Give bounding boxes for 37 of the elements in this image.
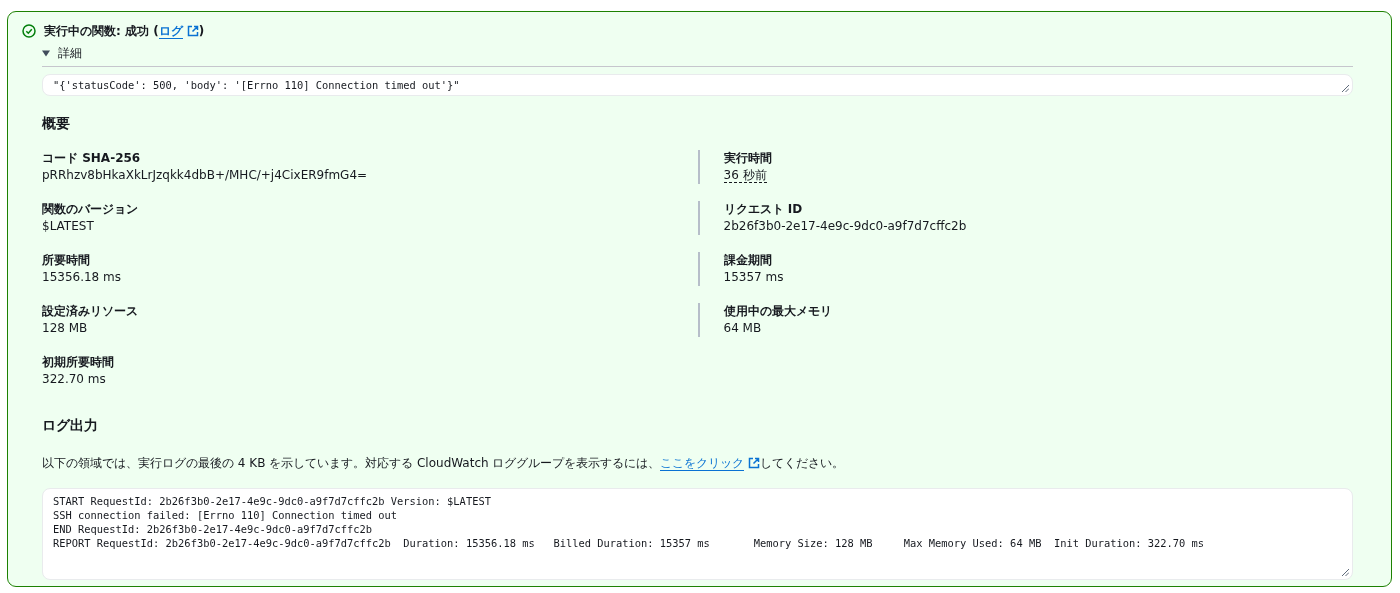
field-label: 課金期間: [723, 252, 773, 269]
log-line: END RequestId: 2b26f3b0-2e17-4e9c-9dc0-a9f7d7cffc2b: [53, 522, 374, 536]
field-value: 2b26f3b0-2e17-4e9c-9dc0-a9f7d7cffc2b: [723, 219, 967, 233]
status-text: 実行中の関数: 成功 (: [44, 24, 159, 38]
log-line: SSH connection failed: [Errno 110] Connection timed out: [53, 508, 399, 522]
field-value: $LATEST: [42, 219, 94, 233]
resize-grip-icon[interactable]: [1341, 568, 1349, 576]
log-output-heading: ログ出力: [42, 416, 99, 435]
log-note: 以下の領域では、実行ログの最後の 4 KB を示しています。対応する CloudWatch ロググループを表示するには、ここをクリック してください。: [42, 455, 846, 472]
response-text: "{'statusCode': 500, 'body': '[Errno 110] Connection timed out'}": [53, 78, 461, 92]
log-line: START RequestId: 2b26f3b0-2e17-4e9c-9dc0-a9f7d7cffc2b Version: $LATEST: [53, 494, 492, 508]
log-link[interactable]: ログ: [158, 24, 183, 39]
cloudwatch-link[interactable]: ここをクリック: [660, 456, 745, 471]
field-value: pRRhzv8bHkaXkLrJzqkk4dbB+/MHC/+j4CixER9fmG4=: [42, 168, 368, 182]
field-value: 15357 ms: [723, 270, 784, 284]
success-check-icon: [22, 24, 36, 38]
field-label: 使用中の最大メモリ: [723, 303, 833, 320]
field-label: 関数のバージョン: [42, 201, 139, 218]
external-link-icon[interactable]: [186, 25, 199, 37]
field-label: コード SHA-256: [42, 150, 142, 167]
summary-heading: 概要: [42, 114, 71, 133]
field-label: リクエスト ID: [723, 201, 804, 218]
resize-grip-icon[interactable]: [1341, 84, 1349, 92]
field-label: 実行時間: [723, 150, 773, 167]
field-label: 設定済みリソース: [42, 303, 139, 320]
external-link-icon[interactable]: [748, 457, 761, 469]
field-value[interactable]: 36 秒前: [723, 168, 767, 183]
field-value: 322.70 ms: [42, 372, 106, 386]
field-value: 15356.18 ms: [42, 270, 121, 284]
details-toggle[interactable]: 詳細: [42, 44, 1377, 62]
field-value: 128 MB: [42, 321, 88, 335]
log-line: REPORT RequestId: 2b26f3b0-2e17-4e9c-9dc0-a9f7d7cffc2b Duration: 15356.18 ms Billed Duration: 15357 ms Memory Size: 128 MB Max Memory Used: 64 MB Init Duration: 322.70 ms: [53, 536, 1206, 550]
status-text: ): [198, 24, 205, 38]
caret-icon: [42, 49, 50, 57]
field-value: 64 MB: [723, 321, 762, 335]
field-label: 初期所要時間: [42, 354, 115, 371]
field-label: 所要時間: [42, 252, 91, 269]
